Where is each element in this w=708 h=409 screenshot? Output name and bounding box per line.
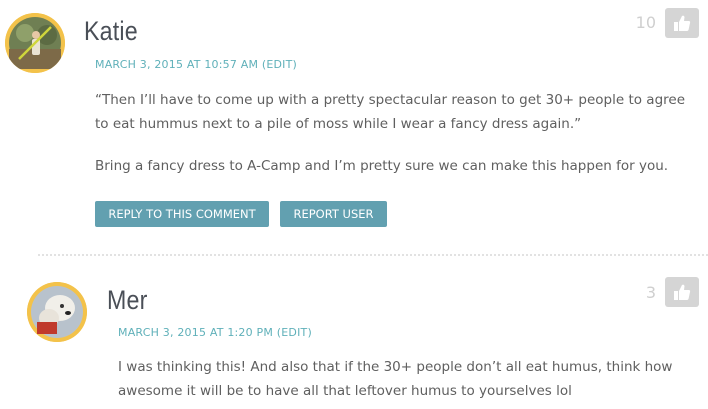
comment-body: I was thinking this! And also that if th… (118, 355, 703, 403)
comment-meta: MARCH 3, 2015 AT 10:57 AM (EDIT) (95, 58, 297, 71)
comment-date-link[interactable]: MARCH 3, 2015 AT 1:20 PM (118, 326, 273, 339)
like-count: 3 (645, 283, 656, 302)
report-user-button[interactable]: REPORT USER (280, 201, 387, 227)
edit-link[interactable]: (EDIT) (277, 326, 312, 339)
like-button[interactable] (665, 277, 699, 307)
like-count: 10 (635, 13, 656, 32)
comment-author: Mer (107, 285, 148, 315)
comment-paragraph: Bring a fancy dress to A-Camp and I’m pr… (95, 158, 669, 174)
avatar[interactable] (5, 13, 65, 73)
reply-button[interactable]: REPLY TO THIS COMMENT (95, 201, 269, 227)
comment-divider (38, 254, 708, 256)
comment-paragraph: I was thinking this! And also that if th… (118, 359, 673, 399)
avatar-photo-icon (5, 13, 65, 73)
thumbs-up-icon (674, 284, 691, 300)
comment-meta: MARCH 3, 2015 AT 1:20 PM (EDIT) (118, 326, 312, 339)
comment-body: “Then I’ll have to come up with a pretty… (95, 88, 695, 178)
edit-link[interactable]: (EDIT) (262, 58, 297, 71)
comment-paragraph: “Then I’ll have to come up with a pretty… (95, 92, 686, 132)
like-button[interactable] (665, 8, 699, 38)
comment-date-link[interactable]: MARCH 3, 2015 AT 10:57 AM (95, 58, 258, 71)
avatar-photo-icon (27, 282, 87, 342)
comment-author: Katie (84, 16, 138, 46)
avatar[interactable] (27, 282, 87, 342)
thumbs-up-icon (674, 15, 691, 31)
